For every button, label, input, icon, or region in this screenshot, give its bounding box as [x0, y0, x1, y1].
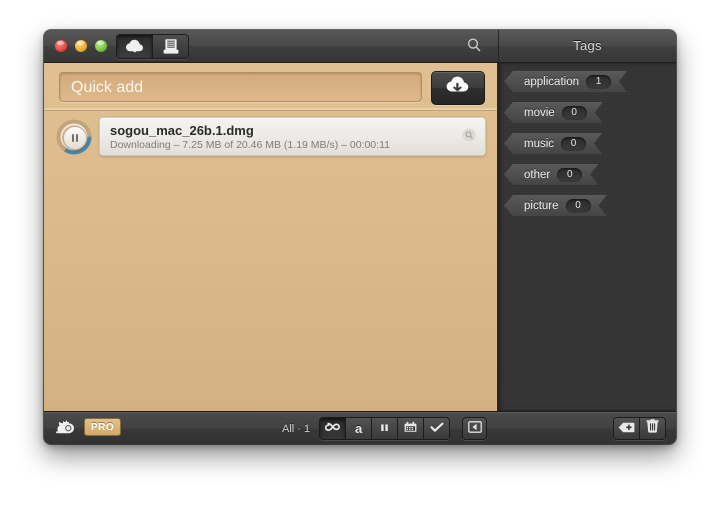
tag-count: 1 [586, 75, 611, 89]
tag-row: picture 0 [498, 193, 676, 224]
add-tag-button[interactable] [614, 418, 640, 439]
filter-all-button[interactable] [320, 418, 347, 439]
titlebar-right-section: Tags [498, 30, 676, 62]
trash-icon [646, 419, 659, 438]
screen: Tags Quick add sogou_mac_26b.1.dmg Downl… [0, 0, 720, 511]
download-progress-ring [56, 119, 92, 155]
tray-icon [163, 38, 179, 55]
download-item: sogou_mac_26b.1.dmg Downloading – 7.25 M… [56, 117, 486, 157]
minimize-button[interactable] [75, 40, 87, 52]
download-filename: sogou_mac_26b.1.dmg [110, 123, 254, 138]
tag-count: 0 [566, 199, 591, 213]
quick-add-bar [44, 63, 497, 111]
bottom-toolbar-left: PRO [55, 418, 122, 436]
tag-label: music [524, 137, 555, 150]
tag-item-picture[interactable]: picture 0 [504, 195, 607, 216]
reveal-in-finder-icon [462, 128, 476, 147]
filter-completed-button[interactable] [424, 418, 450, 439]
window-controls [55, 40, 107, 52]
snail-icon[interactable] [55, 419, 77, 435]
tag-tools [613, 417, 666, 440]
tag-row: application 1 [498, 69, 676, 100]
filter-count-label: All · 1 [282, 422, 311, 435]
tray-mode-button[interactable] [153, 35, 188, 58]
delete-tag-button[interactable] [640, 418, 665, 439]
pause-icon [379, 422, 390, 436]
quick-add-field[interactable] [59, 72, 422, 103]
tag-label: application [524, 75, 579, 88]
tag-count: 0 [557, 168, 582, 182]
bottom-toolbar-center: All · 1 a [282, 417, 451, 440]
titlebar: Tags [44, 30, 676, 63]
pause-download-button[interactable] [63, 126, 87, 150]
search-button[interactable] [464, 37, 484, 57]
tag-count: 0 [561, 137, 586, 151]
tags-panel-title: Tags [573, 38, 602, 53]
filter-active-button[interactable]: a [346, 418, 373, 439]
filter-paused-button[interactable] [372, 418, 399, 439]
downloads-area: sogou_mac_26b.1.dmg Downloading – 7.25 M… [44, 63, 498, 411]
calendar-icon [404, 421, 417, 436]
tag-item-music[interactable]: music 0 [504, 133, 602, 154]
zoom-button[interactable] [95, 40, 107, 52]
pause-icon [72, 134, 78, 142]
cloud-download-icon [445, 76, 471, 101]
tag-item-application[interactable]: application 1 [504, 71, 627, 92]
tag-row: music 0 [498, 131, 676, 162]
downloads-mode-button[interactable] [117, 35, 153, 58]
tag-row: movie 0 [498, 100, 676, 131]
app-window: Tags Quick add sogou_mac_26b.1.dmg Downl… [44, 30, 676, 444]
sidebar-toggle-icon [467, 420, 482, 438]
filter-scheduled-button[interactable] [398, 418, 425, 439]
download-status: Downloading – 7.25 MB of 20.46 MB (1.19 … [110, 139, 390, 151]
tag-label: other [524, 168, 551, 181]
titlebar-left-section [44, 30, 498, 62]
start-download-button[interactable] [431, 71, 485, 105]
download-card[interactable]: sogou_mac_26b.1.dmg Downloading – 7.25 M… [99, 117, 486, 156]
infinity-icon [324, 422, 341, 436]
add-tag-icon [618, 420, 635, 438]
download-list: sogou_mac_26b.1.dmg Downloading – 7.25 M… [44, 111, 497, 411]
tag-row: other 0 [498, 162, 676, 193]
search-icon [466, 37, 482, 58]
letter-a-icon: a [355, 421, 363, 436]
tag-item-other[interactable]: other 0 [504, 164, 598, 185]
tags-panel: application 1 movie 0 music 0 other 0 pi… [498, 63, 676, 411]
tag-count: 0 [562, 106, 587, 120]
close-button[interactable] [55, 40, 67, 52]
sidebar-toggle-button[interactable] [462, 417, 487, 440]
tag-list: application 1 movie 0 music 0 other 0 pi… [498, 69, 676, 224]
filter-segmented-control: a [319, 417, 451, 440]
tag-item-movie[interactable]: movie 0 [504, 102, 603, 123]
reveal-in-finder-button[interactable] [461, 128, 476, 147]
bottom-toolbar: PRO All · 1 a [44, 411, 676, 444]
cloud-download-icon [125, 39, 145, 55]
checkmark-icon [430, 422, 444, 436]
pro-badge[interactable]: PRO [84, 418, 122, 436]
quick-add-input[interactable] [69, 73, 413, 103]
mode-segmented-control [116, 34, 189, 59]
tag-label: picture [524, 199, 559, 212]
tag-label: movie [524, 106, 555, 119]
